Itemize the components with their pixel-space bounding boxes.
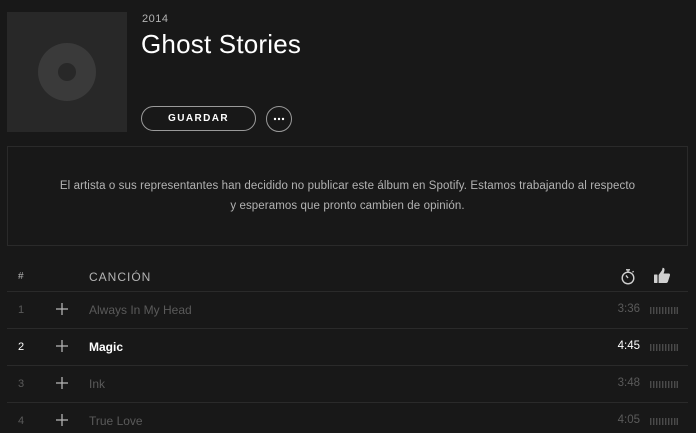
unavailable-notice: El artista o sus representantes han deci… — [7, 146, 688, 246]
album-year: 2014 — [142, 13, 169, 25]
plus-icon — [56, 303, 68, 315]
popularity-meter — [650, 344, 678, 351]
more-options-button[interactable] — [266, 106, 292, 132]
track-number: 2 — [18, 341, 25, 353]
column-header-popularity[interactable] — [653, 267, 671, 289]
track-name: Ink — [89, 377, 106, 391]
album-art — [7, 12, 127, 132]
track-number: 4 — [18, 415, 25, 427]
add-track-button[interactable] — [54, 338, 70, 354]
track-row-3[interactable]: 3 Ink 3:48 — [7, 366, 688, 403]
track-name: True Love — [89, 414, 143, 428]
add-track-button[interactable] — [54, 375, 70, 391]
stopwatch-icon — [621, 269, 635, 285]
track-row-1[interactable]: 1 Always In My Head 3:36 — [7, 292, 688, 329]
popularity-meter — [650, 381, 678, 388]
track-list-header: # CANCIÓN — [7, 262, 688, 292]
track-duration: 3:48 — [617, 377, 640, 389]
album-page: 2014 Ghost Stories GUARDAR El artista o … — [0, 0, 696, 433]
track-list: # CANCIÓN 1 Always In My Head 3:36 2 Mag… — [7, 262, 688, 433]
column-header-song[interactable]: CANCIÓN — [89, 270, 151, 284]
track-number: 1 — [18, 304, 25, 316]
track-name: Always In My Head — [89, 303, 192, 317]
plus-icon — [56, 377, 68, 389]
notice-text: El artista o sus representantes han deci… — [59, 180, 636, 212]
plus-icon — [56, 414, 68, 426]
column-header-duration[interactable] — [620, 268, 636, 290]
track-duration: 3:36 — [617, 303, 640, 315]
track-duration: 4:05 — [617, 414, 640, 426]
popularity-meter — [650, 418, 678, 425]
track-number: 3 — [18, 378, 25, 390]
thumbs-up-icon — [654, 267, 671, 283]
column-header-number[interactable]: # — [18, 271, 24, 282]
more-options-icon — [273, 117, 285, 121]
add-track-button[interactable] — [54, 412, 70, 428]
save-button[interactable]: GUARDAR — [141, 106, 256, 131]
track-row-2[interactable]: 2 Magic 4:45 — [7, 329, 688, 366]
track-row-4[interactable]: 4 True Love 4:05 — [7, 403, 688, 433]
album-title: Ghost Stories — [141, 29, 302, 59]
plus-icon — [56, 340, 68, 352]
vinyl-record-icon — [38, 43, 96, 101]
popularity-meter — [650, 307, 678, 314]
track-name: Magic — [89, 340, 124, 354]
track-duration: 4:45 — [617, 340, 640, 352]
add-track-button[interactable] — [54, 301, 70, 317]
